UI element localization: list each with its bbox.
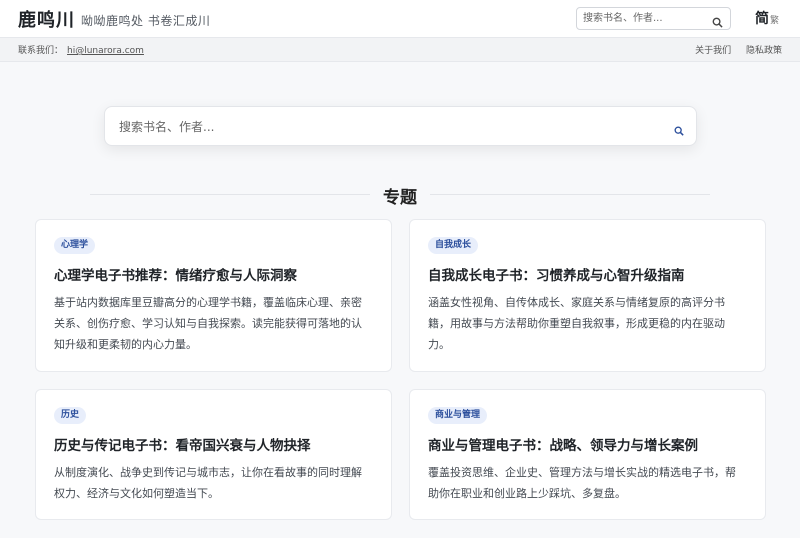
topic-card-title[interactable]: 商业与管理电子书：战略、领导力与增长案例 xyxy=(428,434,753,454)
topic-card-title[interactable]: 历史与传记电子书：看帝国兴衰与人物抉择 xyxy=(54,434,379,454)
site-logo[interactable]: 鹿鸣川 xyxy=(18,6,75,32)
main-search-box[interactable] xyxy=(104,106,697,146)
divider-line xyxy=(430,194,710,195)
search-icon[interactable] xyxy=(712,13,723,32)
search-icon[interactable] xyxy=(674,121,684,140)
contact-info: 联系我们： hi@lunarora.com xyxy=(18,43,144,56)
about-link[interactable]: 关于我们 xyxy=(695,46,731,56)
topic-tag[interactable]: 历史 xyxy=(54,407,87,424)
contact-email-link[interactable]: hi@lunarora.com xyxy=(67,46,144,56)
topic-card-title[interactable]: 自我成长电子书：习惯养成与心智升级指南 xyxy=(428,264,753,284)
lang-simplified[interactable]: 简 xyxy=(755,11,769,27)
header-search-input[interactable] xyxy=(583,10,708,27)
topic-card-description: 从制度演化、战争史到传记与城市志，让你在看故事的同时理解权力、经济与文化如何塑造… xyxy=(54,466,362,500)
topic-card-description: 覆盖投资思维、企业史、管理方法与增长实战的精选电子书，帮助你在职业和创业路上少踩… xyxy=(428,466,736,500)
sub-bar: 联系我们： hi@lunarora.com 关于我们 隐私政策 xyxy=(0,38,800,62)
language-switch[interactable]: 简繁 xyxy=(755,8,779,28)
header-search-box[interactable] xyxy=(576,7,731,30)
top-header: 鹿鸣川 呦呦鹿鸣处 书卷汇成川 简繁 xyxy=(0,0,800,38)
topic-card-business[interactable]: 商业与管理 商业与管理电子书：战略、领导力与增长案例 覆盖投资思维、企业史、管理… xyxy=(409,389,766,520)
topic-card-description: 基于站内数据库里豆瓣高分的心理学书籍，覆盖临床心理、亲密关系、创伤疗愈、学习认知… xyxy=(54,296,362,351)
topic-tag[interactable]: 心理学 xyxy=(54,237,96,254)
topic-card-psychology[interactable]: 心理学 心理学电子书推荐：情绪疗愈与人际洞察 基于站内数据库里豆瓣高分的心理学书… xyxy=(35,219,392,372)
topic-card-title[interactable]: 心理学电子书推荐：情绪疗愈与人际洞察 xyxy=(54,264,379,284)
topic-tag[interactable]: 商业与管理 xyxy=(428,407,488,424)
section-title: 专题 xyxy=(383,188,417,208)
contact-label: 联系我们： xyxy=(18,46,64,56)
main-search-input[interactable] xyxy=(119,117,659,137)
topic-card-history[interactable]: 历史 历史与传记电子书：看帝国兴衰与人物抉择 从制度演化、战争史到传记与城市志，… xyxy=(35,389,392,520)
sub-nav: 关于我们 隐私政策 xyxy=(683,43,782,56)
privacy-link[interactable]: 隐私政策 xyxy=(746,46,782,56)
section-header: 专题 xyxy=(90,182,710,208)
lang-traditional[interactable]: 繁 xyxy=(770,16,779,26)
topic-card-description: 涵盖女性视角、自传体成长、家庭关系与情绪复原的高评分书籍，用故事与方法帮助你重塑… xyxy=(428,296,725,351)
site-tagline: 呦呦鹿鸣处 书卷汇成川 xyxy=(81,14,211,28)
topic-tag[interactable]: 自我成长 xyxy=(428,237,479,254)
topic-card-self-growth[interactable]: 自我成长 自我成长电子书：习惯养成与心智升级指南 涵盖女性视角、自传体成长、家庭… xyxy=(409,219,766,372)
